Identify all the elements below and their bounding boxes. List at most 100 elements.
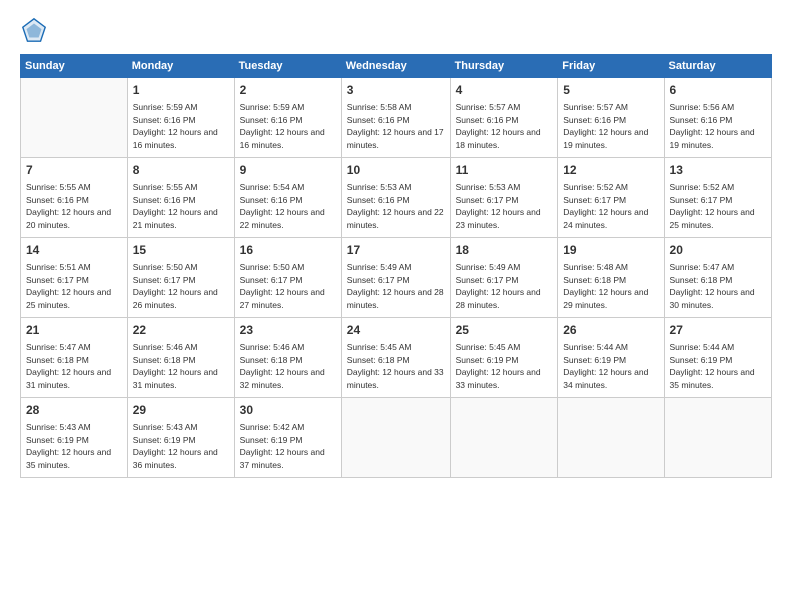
day-cell	[664, 398, 771, 478]
day-cell: 13 Sunrise: 5:52 AMSunset: 6:17 PMDayligh…	[664, 158, 771, 238]
day-info: Sunrise: 5:59 AMSunset: 6:16 PMDaylight:…	[240, 101, 336, 152]
calendar-table: SundayMondayTuesdayWednesdayThursdayFrid…	[20, 54, 772, 478]
day-number: 17	[347, 242, 445, 259]
day-info: Sunrise: 5:54 AMSunset: 6:16 PMDaylight:…	[240, 181, 336, 232]
page: SundayMondayTuesdayWednesdayThursdayFrid…	[0, 0, 792, 612]
day-cell: 30 Sunrise: 5:42 AMSunset: 6:19 PMDayligh…	[234, 398, 341, 478]
day-number: 14	[26, 242, 122, 259]
day-cell: 17Sunrise: 5:49 AMSunset: 6:17 PMDayligh…	[341, 238, 450, 318]
day-cell: 27 Sunrise: 5:44 AMSunset: 6:19 PMDayligh…	[664, 318, 771, 398]
day-number: 21	[26, 322, 122, 339]
day-number: 20	[670, 242, 766, 259]
day-number: 13	[670, 162, 766, 179]
day-cell: 4 Sunrise: 5:57 AMSunset: 6:16 PMDaylight…	[450, 78, 558, 158]
day-info: Sunrise: 5:47 AMSunset: 6:18 PMDaylight:…	[670, 261, 766, 312]
day-info: Sunrise: 5:57 AMSunset: 6:16 PMDaylight:…	[456, 101, 553, 152]
day-cell: 10Sunrise: 5:53 AMSunset: 6:16 PMDayligh…	[341, 158, 450, 238]
day-number: 15	[133, 242, 229, 259]
day-cell: 29 Sunrise: 5:43 AMSunset: 6:19 PMDayligh…	[127, 398, 234, 478]
week-row-4: 21 Sunrise: 5:47 AMSunset: 6:18 PMDayligh…	[21, 318, 772, 398]
day-number: 5	[563, 82, 658, 99]
day-cell: 16 Sunrise: 5:50 AMSunset: 6:17 PMDayligh…	[234, 238, 341, 318]
day-info: Sunrise: 5:43 AMSunset: 6:19 PMDaylight:…	[133, 421, 229, 472]
day-number: 30	[240, 402, 336, 419]
day-info: Sunrise: 5:53 AMSunset: 6:16 PMDaylight:…	[347, 181, 445, 232]
day-cell: 21 Sunrise: 5:47 AMSunset: 6:18 PMDayligh…	[21, 318, 128, 398]
week-row-1: 1 Sunrise: 5:59 AMSunset: 6:16 PMDaylight…	[21, 78, 772, 158]
day-cell: 9Sunrise: 5:54 AMSunset: 6:16 PMDaylight…	[234, 158, 341, 238]
day-number: 4	[456, 82, 553, 99]
day-cell: 28 Sunrise: 5:43 AMSunset: 6:19 PMDayligh…	[21, 398, 128, 478]
day-cell: 12Sunrise: 5:52 AMSunset: 6:17 PMDayligh…	[558, 158, 664, 238]
column-header-friday: Friday	[558, 55, 664, 78]
day-info: Sunrise: 5:50 AMSunset: 6:17 PMDaylight:…	[240, 261, 336, 312]
day-info: Sunrise: 5:55 AMSunset: 6:16 PMDaylight:…	[133, 181, 229, 232]
day-number: 16	[240, 242, 336, 259]
column-header-sunday: Sunday	[21, 55, 128, 78]
day-number: 7	[26, 162, 122, 179]
week-row-2: 7 Sunrise: 5:55 AMSunset: 6:16 PMDaylight…	[21, 158, 772, 238]
day-cell	[558, 398, 664, 478]
day-info: Sunrise: 5:48 AMSunset: 6:18 PMDaylight:…	[563, 261, 658, 312]
day-number: 19	[563, 242, 658, 259]
day-info: Sunrise: 5:45 AMSunset: 6:19 PMDaylight:…	[456, 341, 553, 392]
logo-icon	[20, 16, 48, 44]
week-row-5: 28 Sunrise: 5:43 AMSunset: 6:19 PMDayligh…	[21, 398, 772, 478]
column-header-saturday: Saturday	[664, 55, 771, 78]
day-number: 26	[563, 322, 658, 339]
column-header-monday: Monday	[127, 55, 234, 78]
day-number: 23	[240, 322, 336, 339]
day-number: 29	[133, 402, 229, 419]
header-row: SundayMondayTuesdayWednesdayThursdayFrid…	[21, 55, 772, 78]
day-cell: 7Sunrise: 5:55 AMSunset: 6:16 PMDaylight…	[21, 158, 128, 238]
day-cell	[450, 398, 558, 478]
day-info: Sunrise: 5:57 AMSunset: 6:16 PMDaylight:…	[563, 101, 658, 152]
calendar-body: 1 Sunrise: 5:59 AMSunset: 6:16 PMDaylight…	[21, 78, 772, 478]
day-cell: 2 Sunrise: 5:59 AMSunset: 6:16 PMDaylight…	[234, 78, 341, 158]
day-cell: 25 Sunrise: 5:45 AMSunset: 6:19 PMDayligh…	[450, 318, 558, 398]
day-number: 24	[347, 322, 445, 339]
day-cell: 5 Sunrise: 5:57 AMSunset: 6:16 PMDaylight…	[558, 78, 664, 158]
day-info: Sunrise: 5:52 AMSunset: 6:17 PMDaylight:…	[670, 181, 766, 232]
day-cell: 1Sunrise: 5:59 AMSunset: 6:16 PMDaylight…	[127, 78, 234, 158]
day-number: 28	[26, 402, 122, 419]
day-number: 1	[133, 82, 229, 99]
day-number: 3	[347, 82, 445, 99]
day-cell: 24 Sunrise: 5:45 AMSunset: 6:18 PMDayligh…	[341, 318, 450, 398]
column-header-tuesday: Tuesday	[234, 55, 341, 78]
day-info: Sunrise: 5:53 AMSunset: 6:17 PMDaylight:…	[456, 181, 553, 232]
day-info: Sunrise: 5:45 AMSunset: 6:18 PMDaylight:…	[347, 341, 445, 392]
day-cell: 6 Sunrise: 5:56 AMSunset: 6:16 PMDaylight…	[664, 78, 771, 158]
day-cell: 19 Sunrise: 5:48 AMSunset: 6:18 PMDayligh…	[558, 238, 664, 318]
day-number: 6	[670, 82, 766, 99]
day-number: 8	[133, 162, 229, 179]
day-number: 27	[670, 322, 766, 339]
day-info: Sunrise: 5:58 AMSunset: 6:16 PMDaylight:…	[347, 101, 445, 152]
day-cell: 11 Sunrise: 5:53 AMSunset: 6:17 PMDayligh…	[450, 158, 558, 238]
logo	[20, 16, 50, 44]
day-cell: 22 Sunrise: 5:46 AMSunset: 6:18 PMDayligh…	[127, 318, 234, 398]
day-number: 18	[456, 242, 553, 259]
day-info: Sunrise: 5:44 AMSunset: 6:19 PMDaylight:…	[670, 341, 766, 392]
day-number: 22	[133, 322, 229, 339]
day-info: Sunrise: 5:47 AMSunset: 6:18 PMDaylight:…	[26, 341, 122, 392]
week-row-3: 14Sunrise: 5:51 AMSunset: 6:17 PMDayligh…	[21, 238, 772, 318]
day-info: Sunrise: 5:42 AMSunset: 6:19 PMDaylight:…	[240, 421, 336, 472]
day-number: 11	[456, 162, 553, 179]
day-cell: 14Sunrise: 5:51 AMSunset: 6:17 PMDayligh…	[21, 238, 128, 318]
day-number: 2	[240, 82, 336, 99]
day-info: Sunrise: 5:50 AMSunset: 6:17 PMDaylight:…	[133, 261, 229, 312]
day-cell: 3 Sunrise: 5:58 AMSunset: 6:16 PMDaylight…	[341, 78, 450, 158]
day-info: Sunrise: 5:56 AMSunset: 6:16 PMDaylight:…	[670, 101, 766, 152]
day-cell: 8 Sunrise: 5:55 AMSunset: 6:16 PMDaylight…	[127, 158, 234, 238]
column-header-thursday: Thursday	[450, 55, 558, 78]
day-cell: 20 Sunrise: 5:47 AMSunset: 6:18 PMDayligh…	[664, 238, 771, 318]
column-header-wednesday: Wednesday	[341, 55, 450, 78]
day-info: Sunrise: 5:43 AMSunset: 6:19 PMDaylight:…	[26, 421, 122, 472]
day-number: 25	[456, 322, 553, 339]
day-info: Sunrise: 5:46 AMSunset: 6:18 PMDaylight:…	[240, 341, 336, 392]
day-info: Sunrise: 5:46 AMSunset: 6:18 PMDaylight:…	[133, 341, 229, 392]
day-number: 12	[563, 162, 658, 179]
day-cell	[21, 78, 128, 158]
header	[20, 16, 772, 44]
